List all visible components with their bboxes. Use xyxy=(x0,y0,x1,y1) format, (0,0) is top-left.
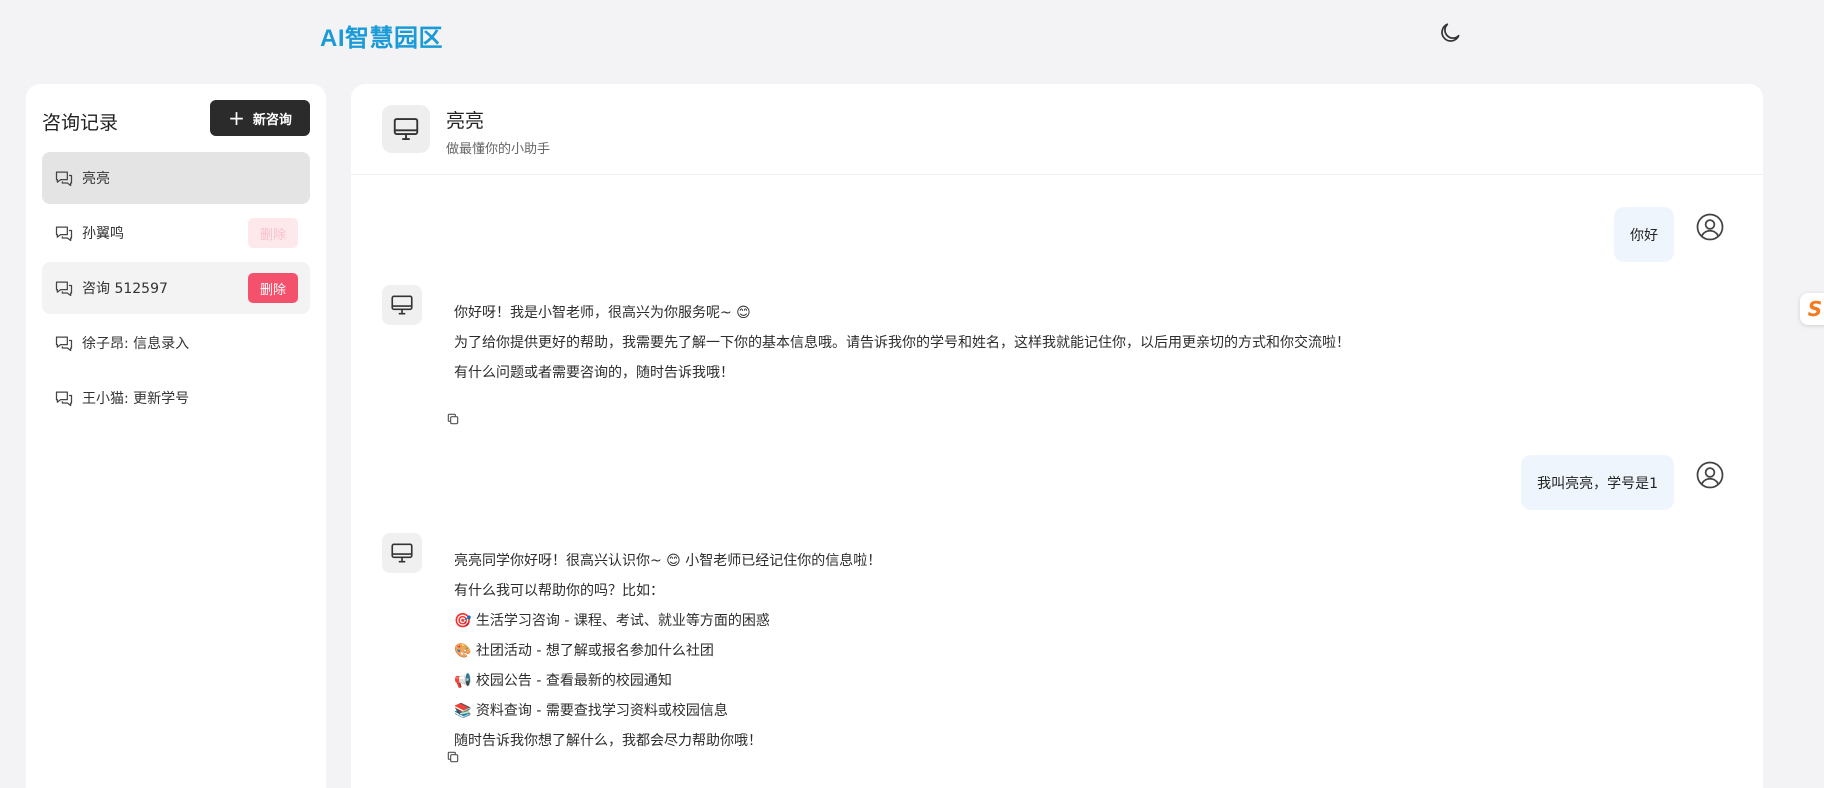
bot-message-line: 你好呀！我是小智老师，很高兴为你服务呢~ 😊 xyxy=(454,305,751,321)
chat-bubble-icon xyxy=(55,226,73,242)
chat-subtitle: 做最懂你的小助手 xyxy=(446,142,551,157)
chat-title: 亮亮 xyxy=(446,110,485,132)
conversation-item[interactable]: 王小猫: 更新学号 xyxy=(42,372,310,424)
bot-avatar-icon xyxy=(382,285,422,325)
bot-message: 你好呀！我是小智老师，很高兴为你服务呢~ 😊 为了给你提供更好的帮助，我需要先了… xyxy=(454,302,1350,392)
app-logo[interactable]: AI智慧园区 xyxy=(320,18,443,53)
user-message: 你好 xyxy=(1614,207,1674,262)
conversation-label: 王小猫: 更新学号 xyxy=(82,391,190,407)
copy-icon[interactable] xyxy=(446,750,460,764)
user-avatar-icon xyxy=(1696,461,1724,489)
bot-list-item: 🎨 社团活动 - 想了解或报名参加什么社团 xyxy=(454,643,714,659)
conversation-label: 孙翼鸣 xyxy=(82,226,124,242)
floating-assistant-badge[interactable]: S xyxy=(1800,293,1824,325)
bot-list-item: 📢 校园公告 - 查看最新的校园通知 xyxy=(454,673,672,689)
bot-message: 亮亮同学你好呀！很高兴认识你~ 😊 小智老师已经记住你的信息啦！ 有什么我可以帮… xyxy=(454,550,881,760)
conversation-label: 徐子昂: 信息录入 xyxy=(82,336,190,352)
conversation-label: 亮亮 xyxy=(82,171,110,187)
conversation-item[interactable]: 咨询 512597 删除 xyxy=(42,262,310,314)
conversation-list: 亮亮 孙翼鸣 删除 咨询 512597 删除 徐子昂: 信息录入 王小猫: 更新… xyxy=(42,152,310,427)
user-message: 我叫亮亮，学号是1 xyxy=(1521,455,1674,510)
top-bar: AI智慧园区 xyxy=(0,0,1824,72)
conversation-label: 咨询 512597 xyxy=(82,281,168,297)
user-avatar-icon xyxy=(1696,213,1724,241)
bot-list-item: 🎯 生活学习咨询 - 课程、考试、就业等方面的困惑 xyxy=(454,613,770,629)
conversation-item[interactable]: 孙翼鸣 删除 xyxy=(42,207,310,259)
user-message-text: 我叫亮亮，学号是1 xyxy=(1537,475,1658,492)
delete-button[interactable]: 删除 xyxy=(248,218,298,248)
bot-message-line: 亮亮同学你好呀！很高兴认识你~ 😊 小智老师已经记住你的信息啦！ xyxy=(454,553,882,569)
plus-icon: + xyxy=(228,106,245,130)
copy-icon[interactable] xyxy=(446,412,460,426)
bot-message-line: 有什么问题或者需要咨询的，随时告诉我哦！ xyxy=(454,365,734,381)
chat-bubble-icon xyxy=(55,336,73,352)
moon-icon[interactable] xyxy=(1437,20,1463,46)
chat-bubble-icon xyxy=(55,391,73,407)
monitor-icon xyxy=(382,105,430,153)
conversation-item[interactable]: 亮亮 xyxy=(42,152,310,204)
chat-bubble-icon xyxy=(55,281,73,297)
delete-button[interactable]: 删除 xyxy=(248,273,298,303)
bot-message-line: 有什么我可以帮助你的吗？比如： xyxy=(454,583,664,599)
bot-list-item: 📚 资料查询 - 需要查找学习资料或校园信息 xyxy=(454,703,728,719)
user-message-text: 你好 xyxy=(1630,227,1658,244)
sidebar-title: 咨询记录 xyxy=(42,112,119,134)
chat-header: 亮亮 做最懂你的小助手 xyxy=(351,84,1763,175)
chat-bubble-icon xyxy=(55,171,73,187)
conversation-item[interactable]: 徐子昂: 信息录入 xyxy=(42,317,310,369)
floating-badge-label: S xyxy=(1807,297,1823,321)
new-consultation-label: 新咨询 xyxy=(252,112,292,128)
history-sidebar: 咨询记录 + 新咨询 亮亮 孙翼鸣 删除 咨询 512597 删除 徐子昂: 信… xyxy=(26,84,326,788)
bot-message-line: 随时告诉我你想了解什么，我都会尽力帮助你哦！ xyxy=(454,733,762,749)
chat-panel: 亮亮 做最懂你的小助手 你好 你好呀！我是小智老师，很高兴为你服务呢~ 😊 为了… xyxy=(351,84,1763,788)
new-consultation-button[interactable]: + 新咨询 xyxy=(210,100,310,136)
bot-message-line: 为了给你提供更好的帮助，我需要先了解一下你的基本信息哦。请告诉我你的学号和姓名，… xyxy=(454,335,1350,351)
bot-avatar-icon xyxy=(382,533,422,573)
